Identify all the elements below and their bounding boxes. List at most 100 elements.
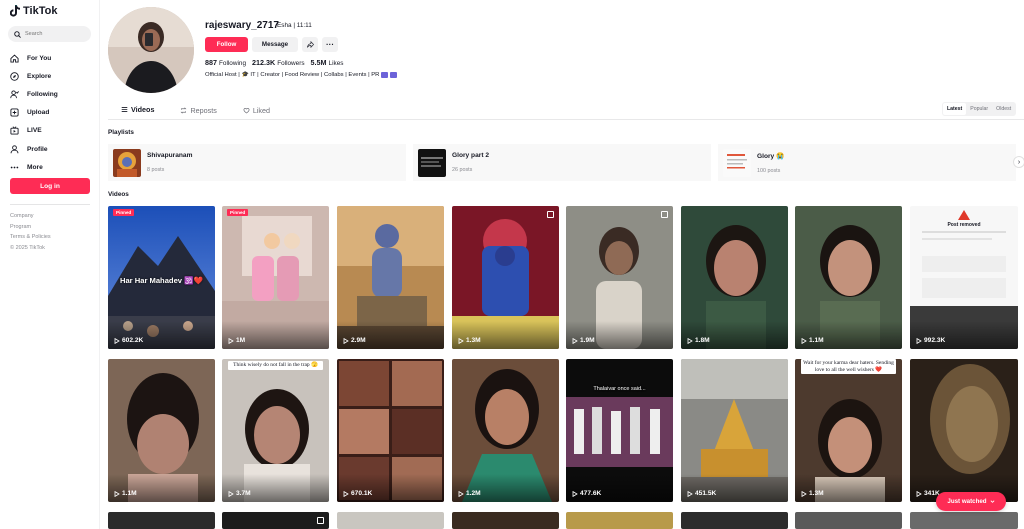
nav-item-for-you[interactable]: For You — [10, 49, 58, 67]
login-button[interactable]: Log in — [10, 178, 90, 194]
nav-label: LIVE — [27, 127, 42, 135]
playlist-next-button[interactable]: › — [1013, 156, 1024, 168]
nav-item-explore[interactable]: Explore — [10, 67, 58, 85]
view-count: 1.1M — [801, 337, 824, 344]
search-box[interactable] — [8, 26, 91, 42]
playlist-card[interactable]: Glory part 2 26 posts — [413, 144, 711, 181]
video-card[interactable] — [452, 512, 559, 529]
video-card[interactable]: 670.1K — [337, 359, 444, 502]
video-card[interactable]: 2.9M — [337, 206, 444, 349]
likes-stat: 5.5M Likes — [310, 58, 344, 67]
playlist-count: 26 posts — [452, 167, 473, 173]
video-card[interactable] — [681, 512, 788, 529]
sort-popular[interactable]: Popular — [966, 103, 992, 115]
profile-tabs: Videos Reposts Liked — [108, 100, 283, 120]
video-card[interactable] — [795, 512, 902, 529]
video-card[interactable]: 341K — [910, 359, 1018, 502]
playlist-card[interactable]: Shivapuranam 8 posts — [108, 144, 406, 181]
multi-photo-icon — [317, 517, 324, 524]
video-card[interactable]: Pinned 1M — [222, 206, 329, 349]
search-input[interactable] — [25, 31, 85, 37]
video-card[interactable] — [566, 512, 673, 529]
sort-oldest[interactable]: Oldest — [992, 103, 1015, 115]
play-icon — [114, 490, 120, 497]
sort-latest[interactable]: Latest — [943, 103, 967, 115]
followers-stat[interactable]: 212.3K Followers — [252, 58, 305, 67]
playlist-card[interactable]: Glory 😭 100 posts — [718, 144, 1016, 181]
nav-item-profile[interactable]: Profile — [10, 140, 58, 158]
video-card[interactable] — [337, 512, 444, 529]
video-card[interactable] — [910, 512, 1018, 529]
pinned-badge: Pinned — [227, 209, 249, 216]
sidebar-footer: Company Program Terms & Policies © 2025 … — [10, 211, 51, 253]
following-icon — [10, 90, 19, 99]
more-icon — [10, 166, 19, 169]
video-card[interactable] — [222, 512, 329, 529]
video-card[interactable]: Post removed 992.3K — [910, 206, 1018, 349]
following-stat[interactable]: 887 Following — [205, 58, 246, 67]
chevron-down-icon — [990, 500, 995, 503]
nav-label: More — [27, 163, 43, 171]
copyright: © 2025 TikTok — [10, 244, 45, 251]
nav-item-following[interactable]: Following — [10, 85, 58, 103]
multi-photo-icon — [661, 211, 668, 218]
playlist-count: 8 posts — [147, 167, 165, 173]
play-icon — [228, 337, 234, 344]
video-caption: Post removed — [947, 222, 981, 228]
video-card[interactable]: 1.1M — [108, 359, 215, 502]
video-card[interactable]: 1.8M — [681, 206, 788, 349]
playlist-thumbnail — [113, 148, 141, 177]
playlists-title: Playlists — [108, 129, 134, 136]
view-count: 477.6K — [572, 490, 601, 497]
tab-videos[interactable]: Videos — [108, 100, 168, 120]
video-card[interactable]: 1.1M — [795, 206, 902, 349]
tiktok-logo[interactable]: TikTok — [10, 5, 57, 17]
message-button[interactable]: Message — [252, 37, 298, 52]
grid-icon — [121, 106, 128, 113]
video-card[interactable]: Thalaivar once said... 477.6K — [566, 359, 673, 502]
emoji-icon — [381, 72, 389, 78]
profile-username: rajeswary_2717 — [205, 20, 279, 31]
video-caption: Wait for your karma dear haters. Sending… — [801, 359, 896, 374]
video-card[interactable]: 1.2M — [452, 359, 559, 502]
tab-liked[interactable]: Liked — [230, 100, 283, 120]
sort-toggle: Latest Popular Oldest — [942, 102, 1017, 116]
video-caption: Think wisely do not fall in the trap 🫣 — [228, 361, 323, 370]
video-card[interactable]: Pinned Har Har Mahadev 🕉️❤️ 602.2K — [108, 206, 215, 349]
video-card[interactable]: 1.3M — [452, 206, 559, 349]
footer-link-program[interactable]: Program — [10, 222, 51, 233]
nav-label: Explore — [27, 72, 52, 80]
nav-item-live[interactable]: LIVE — [10, 122, 58, 140]
pinned-badge: Pinned — [113, 209, 135, 216]
play-icon — [687, 490, 693, 497]
view-count: 1.1M — [114, 490, 137, 497]
video-card[interactable] — [108, 512, 215, 529]
profile-display-name: Esha | 11:11 — [277, 22, 312, 29]
view-count: 3.7M — [228, 490, 251, 497]
footer-link-company[interactable]: Company — [10, 211, 51, 222]
playlist-thumbnail — [418, 148, 446, 177]
play-icon — [687, 337, 693, 344]
view-count: 1.2M — [458, 490, 481, 497]
more-options-button[interactable]: ··· — [322, 37, 338, 52]
play-icon — [343, 337, 349, 344]
profile-avatar[interactable] — [108, 7, 194, 93]
video-card[interactable]: 451.5K — [681, 359, 788, 502]
video-card[interactable]: 1.9M — [566, 206, 673, 349]
play-icon — [114, 337, 120, 344]
play-icon — [572, 337, 578, 344]
footer-link-terms[interactable]: Terms & Policies — [10, 232, 51, 243]
bio-text: Official Host | 🎓 IT | Creator | Food Re… — [205, 72, 380, 78]
profile-icon — [10, 144, 19, 153]
nav-item-more[interactable]: More — [10, 158, 58, 176]
tabs-divider — [108, 119, 1024, 120]
video-card[interactable]: Wait for your karma dear haters. Sending… — [795, 359, 902, 502]
nav-list: For You Explore Following Upload LIVE Pr… — [10, 49, 58, 176]
nav-item-upload[interactable]: Upload — [10, 104, 58, 122]
share-button[interactable] — [302, 37, 318, 52]
follow-button[interactable]: Follow — [205, 37, 248, 52]
just-watched-button[interactable]: Just watched — [936, 492, 1006, 511]
video-card[interactable]: Think wisely do not fall in the trap 🫣 3… — [222, 359, 329, 502]
tab-reposts[interactable]: Reposts — [167, 100, 229, 120]
playlist-name: Glory 😭 — [757, 152, 785, 160]
